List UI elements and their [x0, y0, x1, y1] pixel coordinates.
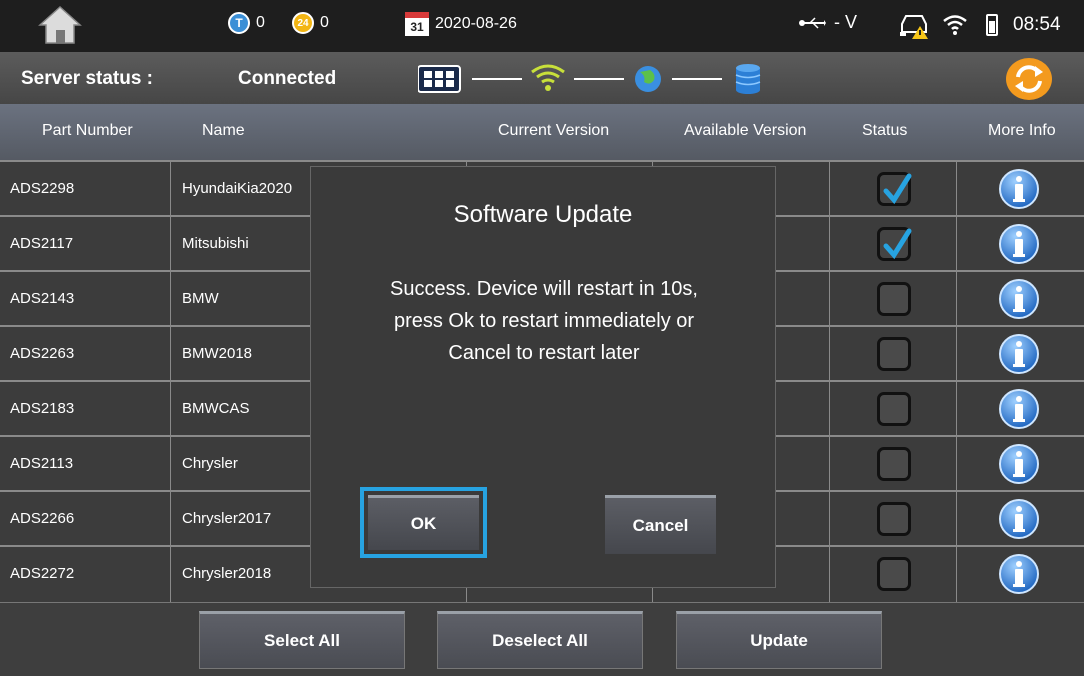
usb-icon: [799, 16, 826, 29]
name-cell: HyundaiKia2020: [182, 180, 293, 197]
status-checkbox[interactable]: [877, 557, 911, 591]
dialog-message: Success. Device will restart in 10s, pre…: [331, 273, 757, 369]
usb-status: - V: [798, 12, 857, 33]
checkmark-icon: [883, 173, 912, 205]
home-icon[interactable]: [37, 4, 83, 46]
part-number-cell: ADS2298: [10, 180, 75, 197]
update-button[interactable]: Update: [676, 611, 882, 669]
t-badge-icon: T: [228, 12, 250, 34]
24-badge-icon: 24: [292, 12, 314, 34]
name-cell: BMW: [182, 290, 219, 307]
dialog-title: Software Update: [453, 201, 633, 228]
dialog-message-line: Success. Device will restart in 10s,: [390, 278, 698, 300]
connection-chain: [418, 64, 761, 94]
header-status: Status: [862, 122, 908, 139]
part-number-cell: ADS2263: [10, 345, 75, 362]
status-checkbox[interactable]: [877, 447, 911, 481]
info-icon[interactable]: [998, 443, 1040, 485]
date-display: 31 2020-08-26: [405, 12, 517, 36]
status-checkbox[interactable]: [877, 502, 911, 536]
24-counter: 24 0: [292, 12, 329, 34]
info-icon[interactable]: [998, 223, 1040, 265]
checkmark-icon: [883, 228, 912, 260]
voltage-text: - V: [834, 12, 858, 32]
t-counter: T 0: [228, 12, 265, 34]
dialog-message-line: Cancel to restart later: [448, 342, 640, 364]
clock-time: 08:54: [1013, 14, 1061, 35]
name-cell: BMWCAS: [182, 400, 250, 417]
cancel-button[interactable]: Cancel: [605, 495, 716, 554]
info-icon[interactable]: [998, 278, 1040, 320]
app-window: T 0 24 0 31 2020-08-26 - V 08:54 Server …: [0, 0, 1084, 676]
header-available-version: Available Version: [684, 122, 807, 139]
part-number-cell: ADS2117: [10, 235, 74, 252]
t-count: 0: [256, 14, 265, 31]
status-checkbox[interactable]: [877, 172, 912, 206]
date-text: 2020-08-26: [435, 15, 517, 32]
server-status-bar: Server status : Connected: [0, 52, 1084, 104]
status-checkbox[interactable]: [877, 282, 911, 316]
header-current-version: Current Version: [498, 122, 610, 139]
part-number-cell: ADS2183: [10, 400, 75, 417]
column-divider: [170, 160, 171, 602]
status-checkbox[interactable]: [877, 337, 911, 371]
name-cell: Chrysler: [182, 455, 238, 472]
part-number-cell: ADS2272: [10, 565, 75, 582]
header-part-number: Part Number: [42, 122, 133, 139]
header-more-info: More Info: [988, 122, 1056, 139]
info-icon[interactable]: [998, 333, 1040, 375]
info-icon[interactable]: [998, 498, 1040, 540]
deselect-all-button[interactable]: Deselect All: [437, 611, 643, 669]
select-all-button[interactable]: Select All: [199, 611, 405, 669]
info-icon[interactable]: [998, 388, 1040, 430]
globe-icon: [635, 66, 661, 92]
name-cell: Chrysler2017: [182, 510, 272, 527]
calendar-icon: 31: [405, 12, 429, 36]
name-cell: Mitsubishi: [182, 235, 249, 252]
ok-button[interactable]: OK: [368, 495, 479, 550]
refresh-icon[interactable]: [1005, 57, 1053, 101]
action-footer: Select All Deselect All Update: [0, 602, 1084, 676]
status-checkbox[interactable]: [877, 392, 911, 426]
software-update-dialog: Software Update Success. Device will res…: [310, 166, 776, 588]
wifi-link-icon: [531, 64, 565, 91]
battery-icon: [986, 14, 998, 36]
wifi-icon: [943, 15, 967, 35]
info-icon[interactable]: [998, 168, 1040, 210]
part-number-cell: ADS2143: [10, 290, 75, 307]
status-checkbox[interactable]: [877, 227, 912, 261]
table-header: Part Number Name Current Version Availab…: [0, 104, 1084, 160]
part-number-cell: ADS2266: [10, 510, 75, 527]
vehicle-warning-icon: [900, 15, 928, 39]
database-icon: [735, 64, 761, 94]
info-icon[interactable]: [998, 553, 1040, 595]
column-divider: [956, 160, 957, 602]
ok-focus-ring: OK: [360, 487, 487, 558]
part-number-cell: ADS2113: [10, 455, 74, 472]
server-status-label: Server status :: [21, 68, 154, 89]
dialog-message-line: press Ok to restart immediately or: [393, 310, 695, 332]
device-icon: [418, 65, 461, 93]
system-status-bar: T 0 24 0 31 2020-08-26 - V 08:54: [0, 0, 1084, 52]
24-count: 0: [320, 14, 329, 31]
server-status-value: Connected: [238, 68, 337, 89]
column-divider: [829, 160, 830, 602]
name-cell: BMW2018: [182, 345, 253, 362]
name-cell: Chrysler2018: [182, 565, 272, 582]
header-name: Name: [202, 122, 245, 139]
